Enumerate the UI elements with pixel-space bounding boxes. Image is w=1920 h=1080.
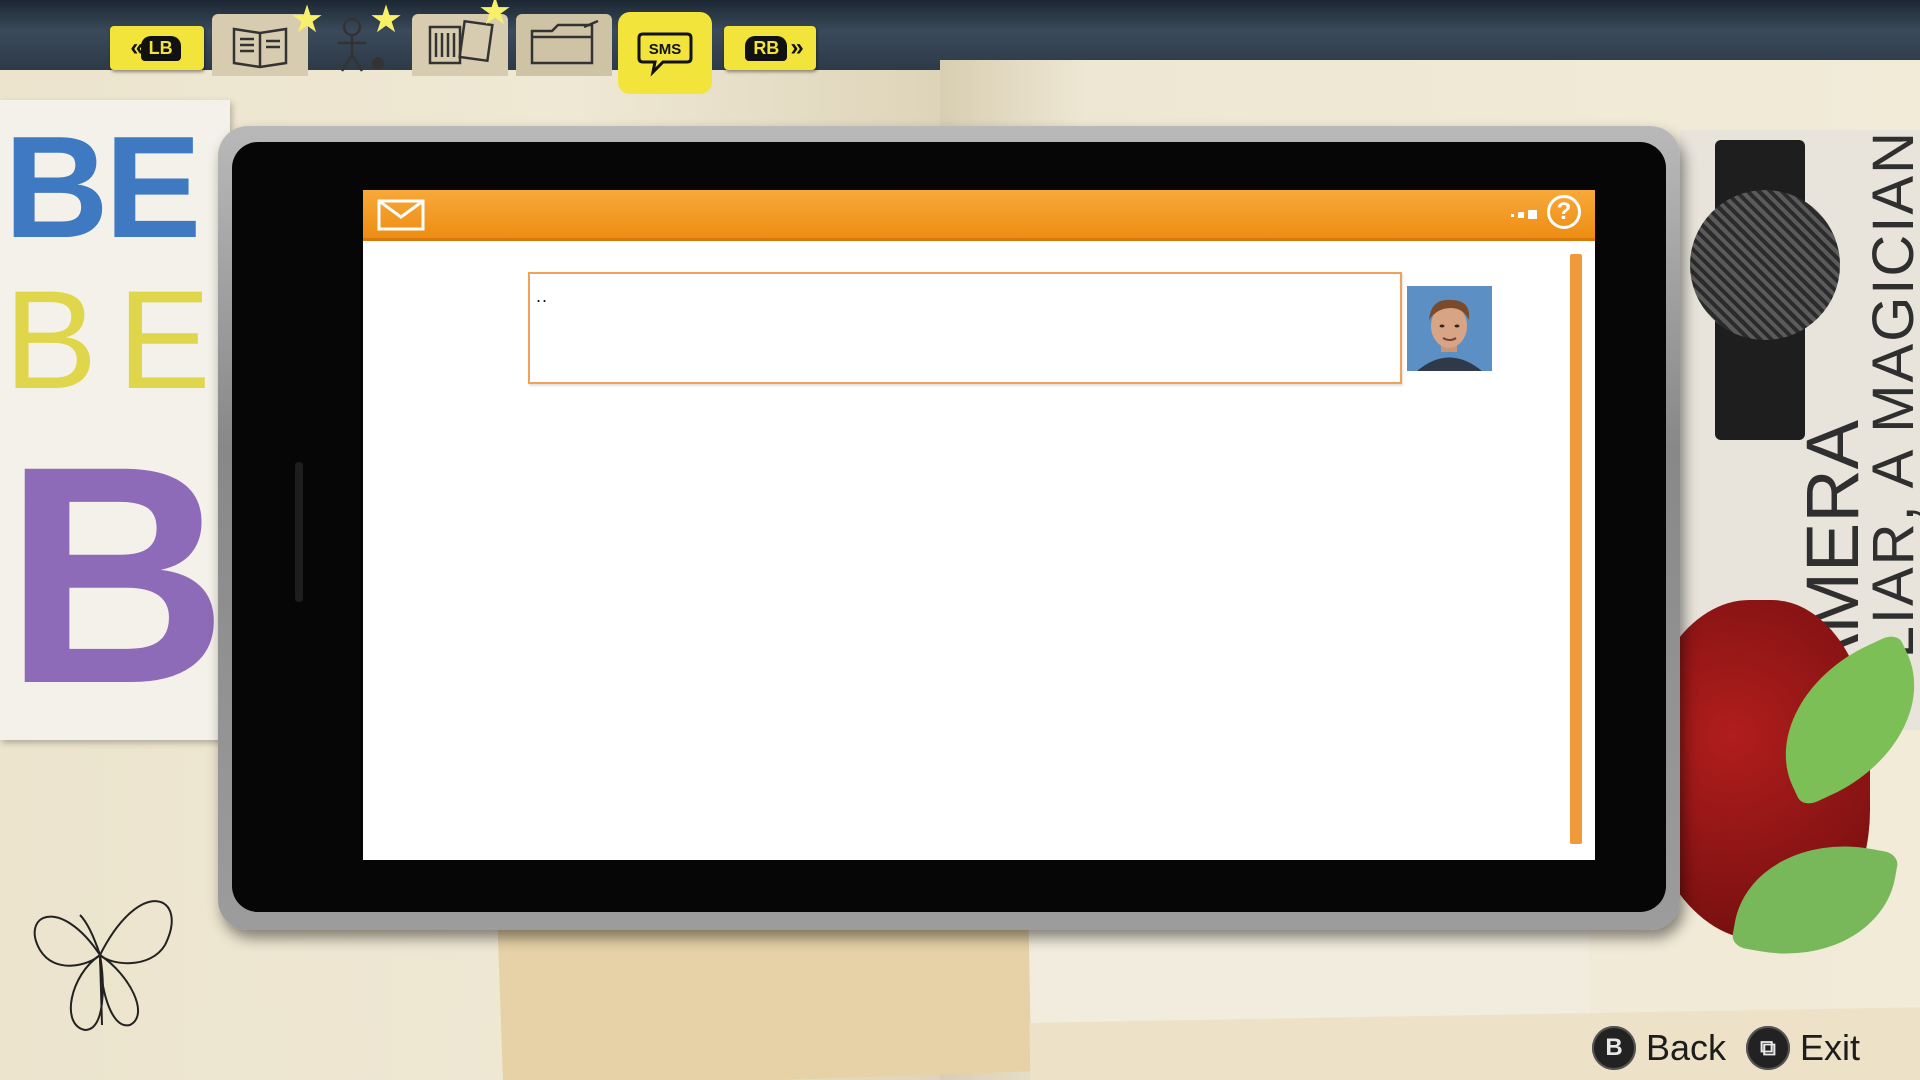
rb-label: RB	[745, 35, 788, 61]
tab-sms-label: SMS	[649, 41, 682, 58]
folder-icon	[530, 19, 599, 65]
prev-tab-button[interactable]: « LB	[110, 26, 204, 70]
back-prompt[interactable]: B Back	[1592, 1026, 1726, 1070]
b-button-icon: B	[1592, 1026, 1636, 1070]
journal-icon	[232, 27, 288, 69]
star-icon: ★	[290, 0, 325, 41]
signal-icon	[1511, 210, 1537, 219]
tab-collectibles[interactable]	[516, 14, 612, 76]
message-bubble: ..	[528, 272, 1402, 384]
star-icon: ★	[478, 0, 513, 33]
sms-title-bar: ?	[363, 190, 1595, 241]
sms-bubble-icon: SMS	[637, 32, 693, 77]
lb-label: LB	[140, 35, 181, 61]
collage-letters-2: BE	[4, 261, 231, 418]
sms-screen: ? ..	[363, 190, 1595, 860]
avatar-portrait	[1407, 286, 1492, 371]
star-icon: ★	[369, 0, 404, 41]
double-chevron-left-icon: «	[130, 34, 144, 61]
camera-lens	[1690, 190, 1840, 340]
view-button-icon: ⧉	[1746, 1026, 1790, 1070]
help-icon[interactable]: ?	[1547, 195, 1581, 229]
phone-side-button	[295, 462, 303, 602]
double-chevron-right-icon: »	[790, 34, 804, 61]
message-text: ..	[536, 286, 549, 306]
collage-letters-1: BE	[4, 106, 201, 268]
message-scrollbar[interactable]	[1570, 254, 1582, 844]
butterfly-doodle	[33, 900, 173, 1032]
exit-prompt[interactable]: ⧉ Exit	[1746, 1026, 1860, 1070]
exit-label: Exit	[1800, 1027, 1861, 1068]
envelope-icon	[377, 199, 425, 231]
back-label: Back	[1646, 1027, 1727, 1068]
contact-avatar	[1407, 286, 1492, 371]
next-tab-button[interactable]: RB »	[724, 26, 816, 70]
tab-sms[interactable]: SMS	[618, 12, 712, 94]
